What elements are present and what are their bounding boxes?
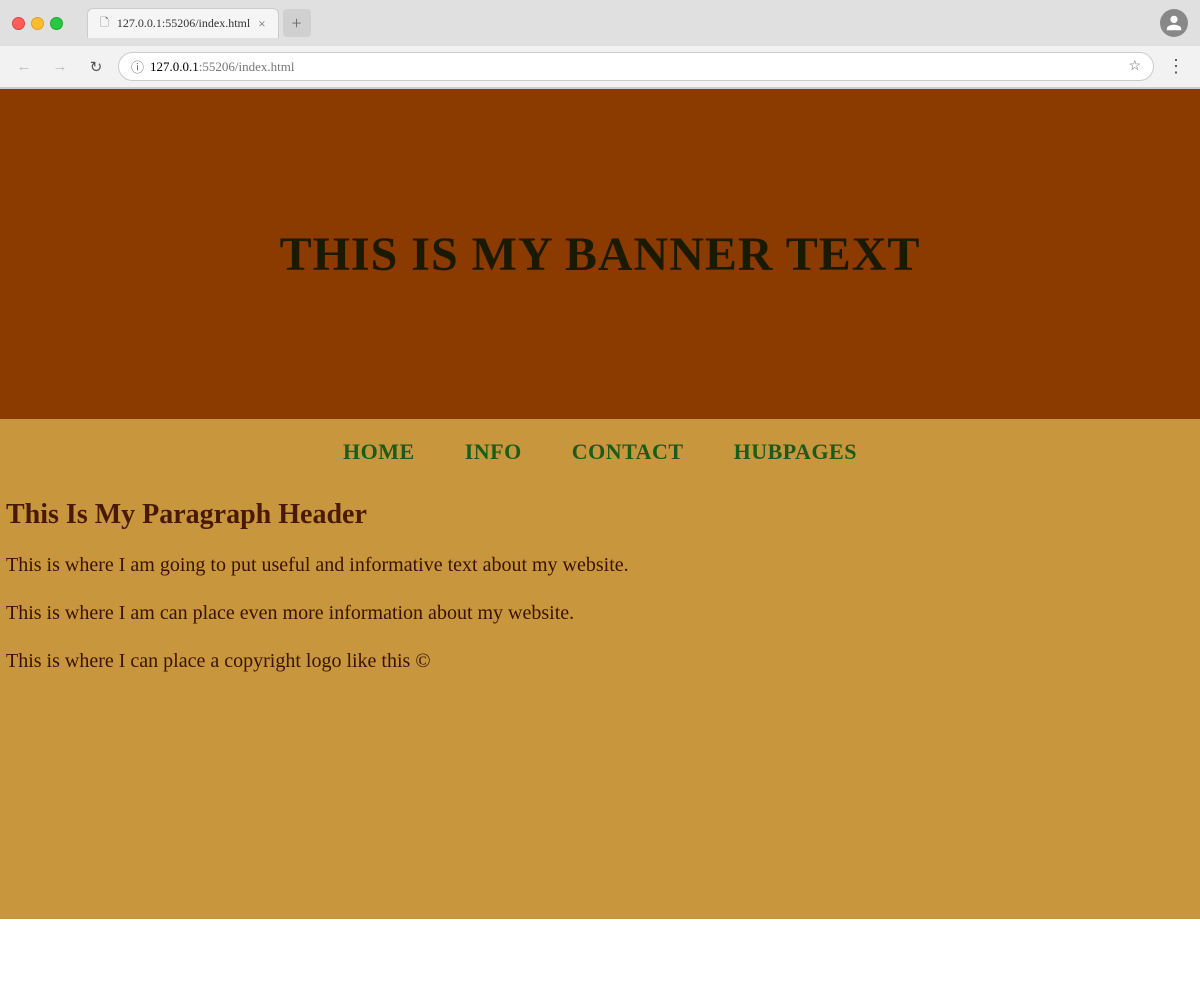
paragraph-section: This Is My Paragraph Header This is wher…	[0, 489, 1200, 725]
address-bar[interactable]: ⓘ 127.0.0.1:55206/index.html ☆	[118, 52, 1154, 81]
nav-link-hubpages[interactable]: HUBPAGES	[734, 439, 857, 465]
paragraph-header: This Is My Paragraph Header	[6, 499, 1180, 531]
nav-link-info[interactable]: INFO	[465, 439, 522, 465]
bookmark-icon[interactable]: ☆	[1128, 58, 1141, 75]
url-path: :55206/index.html	[199, 59, 295, 74]
page-icon: 🗋	[100, 14, 109, 33]
content-area: HOME INFO CONTACT HUBPAGES This Is My Pa…	[0, 419, 1200, 919]
paragraph-3: This is where I can place a copyright lo…	[6, 647, 1180, 675]
url-display: 127.0.0.1:55206/index.html	[150, 59, 1122, 75]
profile-icon[interactable]	[1160, 9, 1188, 37]
browser-chrome: 🗋 127.0.0.1:55206/index.html × + ← → ↻ ⓘ	[0, 0, 1200, 89]
tab-close-button[interactable]: ×	[258, 16, 265, 32]
banner: THIS IS MY BANNER TEXT	[0, 89, 1200, 419]
paragraph-1: This is where I am going to put useful a…	[6, 551, 1180, 579]
url-host: 127.0.0.1	[150, 59, 199, 74]
forward-button[interactable]: →	[46, 53, 74, 81]
close-window-button[interactable]	[12, 17, 25, 30]
browser-toolbar: ← → ↻ ⓘ 127.0.0.1:55206/index.html ☆ ⋮	[0, 46, 1200, 88]
navigation-bar: HOME INFO CONTACT HUBPAGES	[0, 419, 1200, 489]
paragraph-2: This is where I am can place even more i…	[6, 599, 1180, 627]
reload-button[interactable]: ↻	[82, 53, 110, 81]
browser-tab[interactable]: 🗋 127.0.0.1:55206/index.html ×	[87, 8, 279, 38]
banner-text: THIS IS MY BANNER TEXT	[280, 227, 921, 282]
new-tab-button[interactable]: +	[283, 9, 311, 37]
nav-link-contact[interactable]: CONTACT	[572, 439, 684, 465]
nav-link-home[interactable]: HOME	[343, 439, 415, 465]
info-icon: ⓘ	[131, 57, 144, 76]
traffic-lights	[12, 17, 63, 30]
browser-menu-button[interactable]: ⋮	[1162, 53, 1190, 81]
back-button[interactable]: ←	[10, 53, 38, 81]
maximize-window-button[interactable]	[50, 17, 63, 30]
tab-bar: 🗋 127.0.0.1:55206/index.html × +	[87, 8, 1152, 38]
website-content: THIS IS MY BANNER TEXT HOME INFO CONTACT…	[0, 89, 1200, 919]
tab-title: 127.0.0.1:55206/index.html	[117, 16, 250, 31]
minimize-window-button[interactable]	[31, 17, 44, 30]
browser-titlebar: 🗋 127.0.0.1:55206/index.html × +	[0, 0, 1200, 46]
